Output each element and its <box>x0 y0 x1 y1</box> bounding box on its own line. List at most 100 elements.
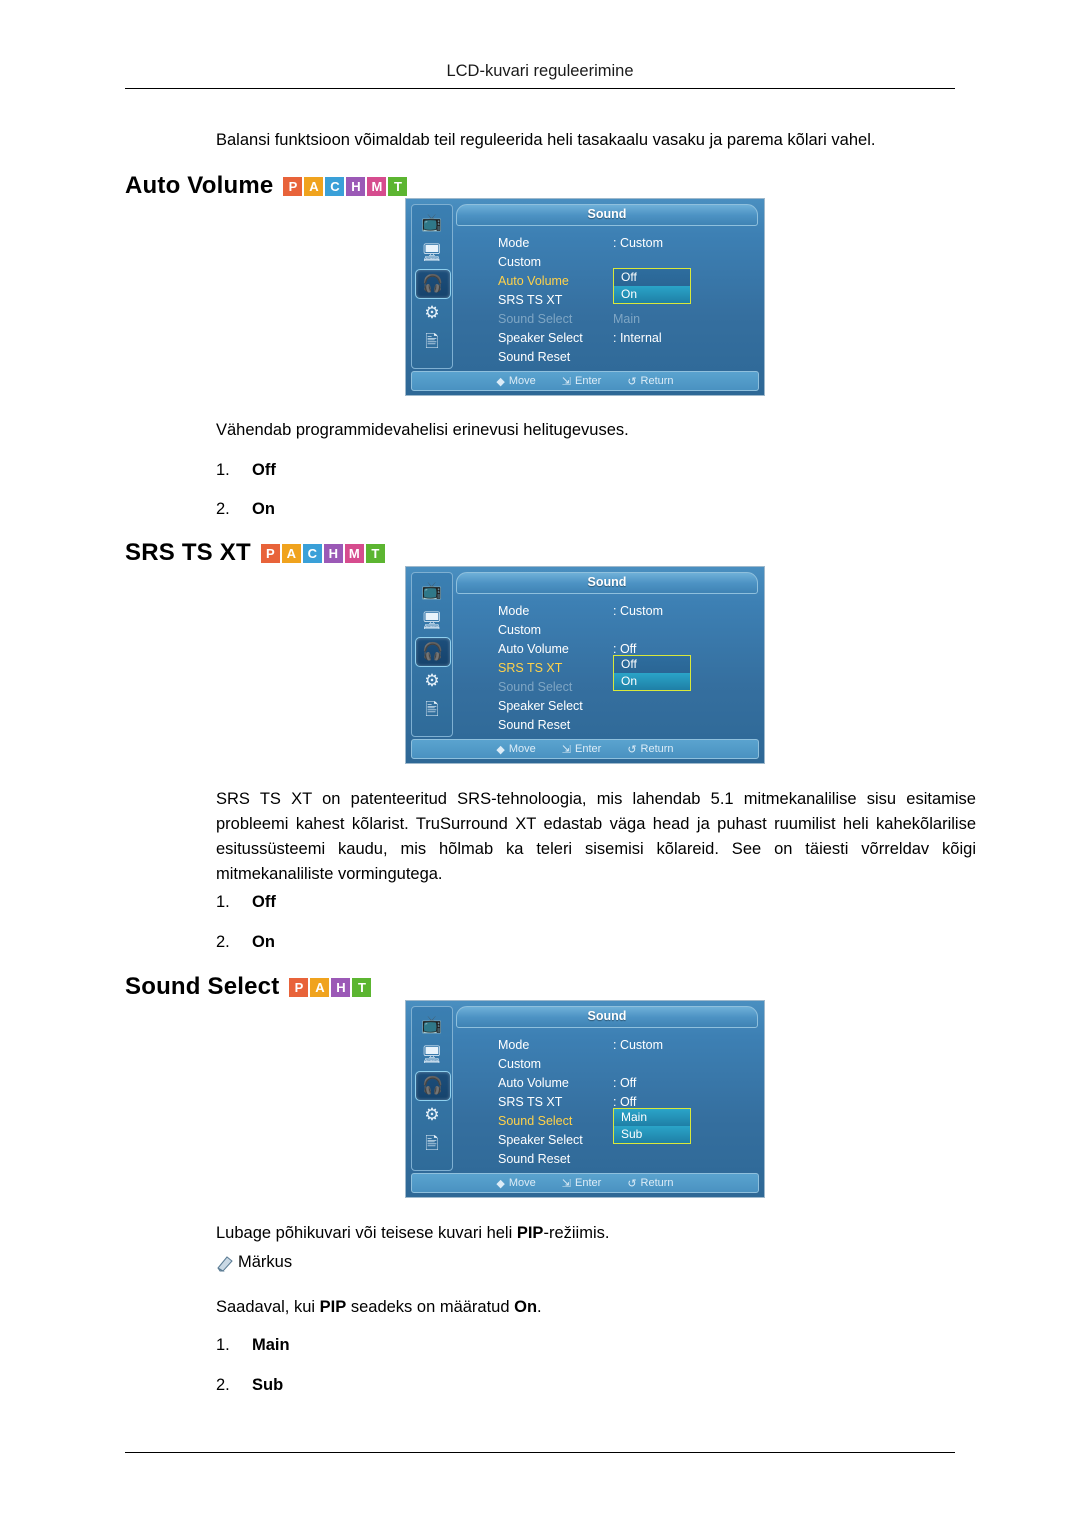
osd-row-label: Speaker Select <box>498 330 583 345</box>
osd-row-value: : Custom <box>613 1037 664 1052</box>
list-label: On <box>252 933 275 951</box>
return-icon: ↺ Return <box>627 1177 674 1190</box>
osd-footer-move-label: Move <box>508 375 536 387</box>
osd-row: Sound Reset <box>498 347 756 366</box>
osd-row-value: : Internal <box>613 330 662 345</box>
intro-paragraph: Balansi funktsioon võimaldab teil regule… <box>216 131 876 149</box>
list-number: 1. <box>216 461 230 479</box>
osd-row-value: Main <box>613 311 641 326</box>
badge-H: H <box>323 543 343 563</box>
note-part: Saadaval, kui <box>216 1298 320 1316</box>
osd-row-label: Sound Reset <box>498 1151 571 1166</box>
list-label: Main <box>252 1336 290 1354</box>
osd-row: Mode: Custom <box>498 233 756 252</box>
osd-option-sub[interactable]: Sub <box>614 1126 690 1143</box>
osd-row-label: SRS TS XT <box>498 292 563 307</box>
badge-H: H <box>331 977 351 997</box>
move-icon: ◆ Move <box>496 375 536 388</box>
auto-volume-description: Vähendab programmidevahelisi erinevusi h… <box>216 421 629 439</box>
osd-row: Custom <box>498 620 756 639</box>
osd-title: Sound <box>587 207 627 221</box>
sound-icon: 🎧 <box>415 637 451 667</box>
auto-volume-option-2: 2. On <box>216 500 275 519</box>
section-title: SRS TS XT <box>125 539 251 566</box>
osd-sidebar: 📺 🖥 🎧 ⚙ 🖹 <box>411 572 453 737</box>
osd-screenshot-auto-volume: Sound 📺 🖥 🎧 ⚙ 🖹 Mode: Custom Custom Auto… <box>405 198 765 396</box>
footer-divider <box>125 1452 955 1453</box>
setup-icon: ⚙ <box>424 671 440 690</box>
osd-row-label: SRS TS XT <box>498 660 563 675</box>
note-heading: Märkus <box>216 1253 292 1272</box>
osd-row-label: Sound Reset <box>498 717 571 732</box>
setup-icon: ⚙ <box>424 303 440 322</box>
osd-option-on[interactable]: On <box>614 286 690 303</box>
srs-option-1: 1. Off <box>216 893 276 912</box>
osd-footer-move-label: Move <box>508 1177 536 1189</box>
osd-row-label: Speaker Select <box>498 698 583 713</box>
osd-footer: ◆ Move ⇲ Enter ↺ Return <box>411 371 759 391</box>
osd-row-value: : Custom <box>613 603 664 618</box>
section-heading-sound-select: Sound Select P A H T <box>125 973 372 1001</box>
osd-option-popup[interactable]: Off On <box>613 655 691 691</box>
display-icon: 🖥 <box>421 243 443 262</box>
osd-option-off[interactable]: Off <box>614 656 690 673</box>
enter-icon: ⇲ Enter <box>561 743 602 756</box>
list-label: On <box>252 500 275 518</box>
osd-footer-return-label: Return <box>640 743 674 755</box>
osd-row: Speaker Select : Internal <box>498 328 756 347</box>
osd-row-label: Mode <box>498 603 530 618</box>
sound-select-description: Lubage põhikuvari või teisese kuvari hel… <box>216 1221 976 1246</box>
osd-row: Mode : Custom <box>498 601 756 620</box>
osd-footer-enter-label: Enter <box>575 743 602 755</box>
document-page: LCD-kuvari reguleerimine Balansi funktsi… <box>0 0 1080 1527</box>
osd-row: Auto Volume: Off <box>498 1073 756 1092</box>
display-icon: 🖥 <box>421 1045 443 1064</box>
osd-row: Sound Select Main <box>498 309 756 328</box>
srs-description: SRS TS XT on patenteeritud SRS-tehnoloog… <box>216 790 976 883</box>
osd-row-value: : Off <box>613 1094 637 1109</box>
osd-row-label: SRS TS XT <box>498 1094 563 1109</box>
return-icon: ↺ Return <box>627 743 674 756</box>
return-icon: ↺ Return <box>627 375 674 388</box>
list-number: 2. <box>216 933 230 951</box>
osd-row: Mode: Custom <box>498 1035 756 1054</box>
move-icon: ◆ Move <box>496 743 536 756</box>
osd-sidebar: 📺 🖥 🎧 ⚙ 🖹 <box>411 204 453 369</box>
multi-control-icon: 🖹 <box>425 699 439 719</box>
picture-icon: 📺 <box>421 581 443 600</box>
section-heading-auto-volume: Auto Volume P A C H M T <box>125 172 408 200</box>
multi-control-icon: 🖹 <box>425 331 439 351</box>
badge-M: M <box>367 176 387 196</box>
osd-row: Speaker Select <box>498 696 756 715</box>
note-label: Märkus <box>238 1253 293 1271</box>
osd-option-main[interactable]: Main <box>614 1109 690 1126</box>
osd-screenshot-srs-ts-xt: Sound 📺 🖥 🎧 ⚙ 🖹 Mode: Custom Custom Auto… <box>405 566 765 764</box>
osd-footer: ◆ Move ⇲ Enter ↺ Return <box>411 1173 759 1193</box>
osd-option-popup[interactable]: Off On <box>613 268 691 304</box>
osd-row: Custom <box>498 1054 756 1073</box>
section-heading-srs-ts-xt: SRS TS XT P A C H M T <box>125 539 385 567</box>
osd-row-label: Auto Volume <box>498 273 569 288</box>
osd-footer: ◆ Move ⇲ Enter ↺ Return <box>411 739 759 759</box>
list-label: Sub <box>252 1376 284 1394</box>
osd-row: Sound Reset <box>498 1149 756 1168</box>
badge-A: A <box>304 176 324 196</box>
osd-title: Sound <box>587 1009 627 1023</box>
osd-row-label: Sound Select <box>498 1113 573 1128</box>
badge-P: P <box>283 176 303 196</box>
desc-part: -režiimis. <box>543 1224 610 1242</box>
osd-row-label: Custom <box>498 1056 542 1071</box>
display-icon: 🖥 <box>421 611 443 630</box>
badge-P: P <box>260 543 280 563</box>
picture-icon: 📺 <box>421 1015 443 1034</box>
badge-T: T <box>365 543 385 563</box>
badge-T: T <box>352 977 372 997</box>
desc-part: Lubage põhikuvari või teisese kuvari hel… <box>216 1224 517 1242</box>
osd-option-off[interactable]: Off <box>614 269 690 286</box>
note-part: seadeks on määratud <box>346 1298 515 1316</box>
list-number: 2. <box>216 1376 230 1394</box>
badge-P: P <box>289 977 309 997</box>
badge-A: A <box>281 543 301 563</box>
osd-option-popup[interactable]: Main Sub <box>613 1108 691 1144</box>
osd-option-on[interactable]: On <box>614 673 690 690</box>
